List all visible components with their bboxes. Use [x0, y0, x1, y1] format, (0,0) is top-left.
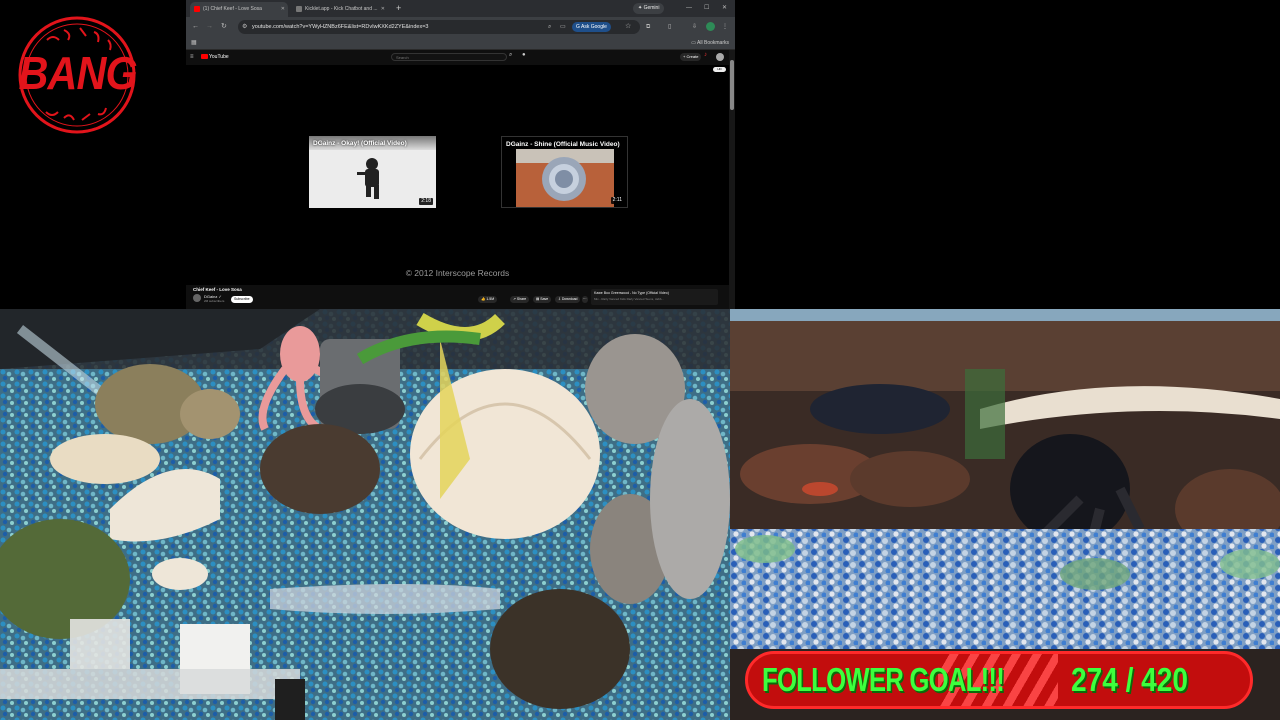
ask-google-label: Ask Google: [581, 24, 607, 30]
back-icon[interactable]: ←: [192, 22, 199, 32]
mic-icon[interactable]: ●: [522, 52, 526, 58]
share-label: Share: [516, 297, 527, 301]
video-player[interactable]: HD DGainz - Okay! (Official Video) 2:18: [186, 65, 729, 285]
video-title: Chief Keef - Love Sosa: [193, 287, 242, 292]
download-button[interactable]: ⇩ Download: [555, 296, 581, 303]
downloads-icon[interactable]: ⇩: [692, 22, 697, 32]
subscribe-button[interactable]: Subscribe: [231, 296, 253, 303]
youtube-logo[interactable]: YouTube: [201, 53, 229, 62]
browser-window: (1) Chief Keef - Love Sosa ✕ Kicklet.app…: [186, 0, 735, 309]
new-tab-icon[interactable]: +: [396, 2, 401, 15]
like-button[interactable]: 👍 1.5M: [478, 296, 498, 303]
youtube-play-icon: [201, 54, 208, 60]
camera-feed-aquarium-left: [0, 309, 730, 720]
sidepanel-icon[interactable]: ▯: [668, 22, 671, 32]
gemini-button[interactable]: ✦ Gemini: [633, 3, 665, 14]
tab-youtube[interactable]: (1) Chief Keef - Love Sosa ✕: [190, 2, 288, 17]
endcard-video-1[interactable]: DGainz - Okay! (Official Video) 2:18: [309, 136, 436, 208]
browser-toolbar: ← → ↻ ⚙ youtube.com/watch?v=YWyHZNBz6FE&…: [186, 17, 735, 37]
tab-close-icon[interactable]: ✕: [381, 2, 385, 16]
endcard-duration: 2:11: [610, 197, 624, 204]
save-label: Save: [540, 297, 549, 301]
bang-logo-text: BANG: [18, 47, 138, 99]
close-icon[interactable]: ✕: [722, 3, 727, 13]
ask-google-button[interactable]: G Ask Google: [572, 22, 611, 32]
aquarium-scene-left: [0, 309, 730, 720]
video-info-bar: Chief Keef - Love Sosa DGainz ✓ 2M subsc…: [186, 285, 729, 309]
search-icon[interactable]: ⌕: [509, 52, 512, 59]
tab-label: (1) Chief Keef - Love Sosa: [203, 6, 262, 12]
endcard-title: DGainz - Shine (Official Music Video): [506, 141, 620, 148]
youtube-page: ≡ YouTube Search ⌕ ● + Create ♪ HD DGain…: [186, 50, 735, 309]
minimize-icon[interactable]: —: [686, 3, 692, 13]
all-bookmarks-label: All Bookmarks: [697, 40, 729, 46]
follower-goal-count: 274 / 420: [1071, 661, 1188, 698]
endcard-video-2[interactable]: DGainz - Shine (Official Music Video) 2:…: [501, 136, 628, 208]
channel-subscribers: 2M subscribers: [204, 299, 225, 303]
youtube-favicon-icon: [194, 5, 200, 12]
account-avatar-icon[interactable]: [716, 53, 724, 61]
youtube-brand: YouTube: [209, 54, 229, 60]
scrollbar-thumb[interactable]: [730, 60, 734, 110]
tab-bar: (1) Chief Keef - Love Sosa ✕ Kicklet.app…: [186, 0, 735, 17]
maximize-icon[interactable]: ☐: [704, 3, 709, 13]
tab-label: Kicklet.app - Kick Chatbot and ...: [305, 6, 378, 12]
follower-goal-label: FOLLOWER GOAL!!!: [762, 661, 1005, 698]
save-button[interactable]: ▤ Save: [533, 296, 552, 303]
zoom-icon[interactable]: ⌕: [548, 20, 551, 34]
cast-icon[interactable]: ▭: [560, 20, 566, 34]
endcard-duration: 2:18: [419, 198, 433, 205]
apps-grid-icon[interactable]: ▦: [191, 37, 197, 49]
gemini-label: Gemini: [643, 5, 660, 11]
bookmarks-bar: ▦ ▭ All Bookmarks: [186, 37, 735, 50]
forward-icon[interactable]: →: [206, 22, 213, 32]
notifications-icon[interactable]: ♪: [704, 52, 707, 58]
profile-avatar-icon[interactable]: [706, 22, 715, 31]
youtube-search-input[interactable]: Search: [391, 53, 507, 61]
hamburger-icon[interactable]: ≡: [190, 53, 194, 62]
like-count: 1.5M: [486, 297, 495, 301]
menu-kebab-icon[interactable]: ⋮: [722, 22, 728, 32]
reload-icon[interactable]: ↻: [221, 22, 227, 32]
up-next-title: Kawe Boo Greenwood - No Type (Official V…: [594, 291, 669, 295]
follower-goal-bar: FOLLOWER GOAL!!! 274 / 420: [745, 651, 1253, 709]
all-bookmarks-button[interactable]: ▭ All Bookmarks: [691, 37, 729, 49]
more-actions-button[interactable]: ···: [582, 296, 588, 303]
tab-kicklet[interactable]: Kicklet.app - Kick Chatbot and ... ✕: [292, 2, 388, 17]
quality-badge: HD: [713, 67, 726, 72]
endcard-title: DGainz - Okay! (Official Video): [313, 140, 407, 147]
up-next-panel[interactable]: Kawe Boo Greenwood - No Type (Official V…: [591, 289, 718, 305]
page-scrollbar[interactable]: [729, 50, 735, 309]
create-button[interactable]: + Create: [680, 53, 702, 61]
tab-close-icon[interactable]: ✕: [281, 2, 285, 16]
extensions-icon[interactable]: ⧉: [646, 22, 650, 32]
kicklet-favicon-icon: [296, 5, 302, 12]
site-info-icon[interactable]: ⚙: [242, 20, 247, 34]
bang-logo: BANG: [12, 14, 142, 136]
channel-avatar[interactable]: [193, 294, 201, 302]
bookmark-star-icon[interactable]: ☆: [625, 20, 631, 34]
address-bar[interactable]: ⚙ youtube.com/watch?v=YWyHZNBz6FE&list=R…: [238, 20, 640, 34]
copyright-text: © 2012 Interscope Records: [405, 268, 510, 278]
up-next-meta: Mix - Rarly Vanced Kids Rarly Vanced Tee…: [594, 297, 664, 301]
youtube-header: ≡ YouTube Search ⌕ ● + Create ♪: [186, 50, 729, 65]
share-button[interactable]: ↗ Share: [510, 296, 530, 303]
url-text: youtube.com/watch?v=YWyHZNBz6FE&list=RDv…: [252, 24, 429, 30]
download-label: Download: [561, 297, 578, 301]
